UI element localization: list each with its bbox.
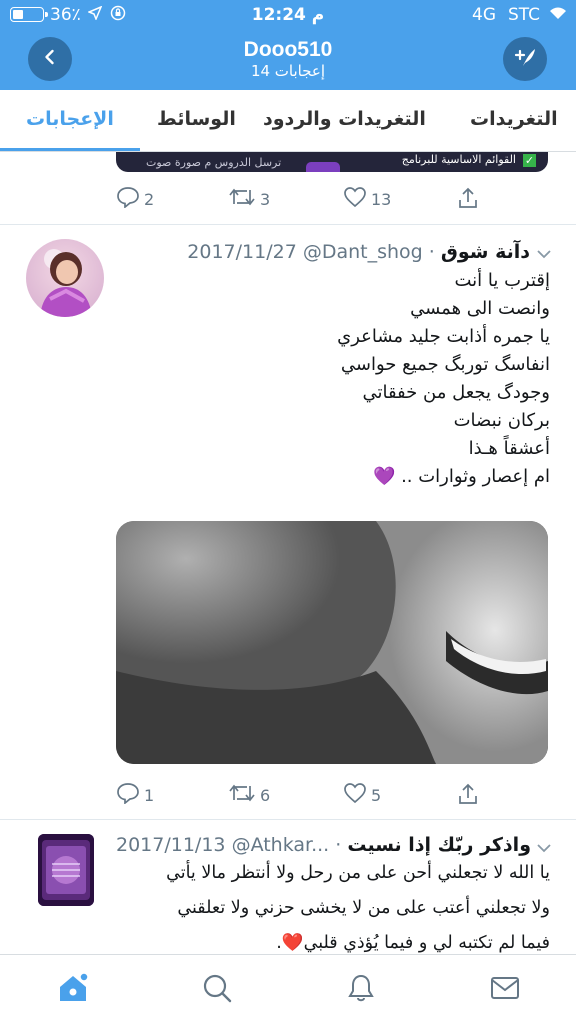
tweet-line: انفاسگ توربگ جميع حواسي <box>340 354 550 375</box>
tweet-card[interactable]: 2017/11/27 @Dant_shog · دآنة شوق إقترب ي… <box>0 225 576 819</box>
tweet-date: 2017/11/27 <box>187 241 297 263</box>
tab-tweets[interactable]: التغريدات <box>470 108 558 130</box>
heart-icon <box>343 782 367 808</box>
share-action[interactable] <box>456 782 480 810</box>
like-count: 5 <box>371 785 382 805</box>
tweet-line: يا الله لا تجعلني أحن على من رحل ولا أنت… <box>166 863 550 883</box>
chevron-down-icon[interactable] <box>536 245 552 264</box>
heart-icon <box>343 186 367 212</box>
carrier-name: STC <box>508 5 541 25</box>
retweet-icon <box>228 186 256 212</box>
timeline[interactable]: ✓ القوائم الاساسية للبرنامج ترسل الدروس … <box>0 152 576 954</box>
like-count: 13 <box>371 189 392 209</box>
bell-icon <box>346 973 376 1007</box>
tab-media[interactable]: الوسائط <box>157 108 236 130</box>
avatar[interactable] <box>26 239 104 317</box>
network-type: 4G <box>472 5 496 25</box>
tweet-line: أعشقاً هـذا <box>468 438 550 459</box>
reply-icon <box>116 186 140 212</box>
bottom-tab-bar <box>0 954 576 1024</box>
compose-button[interactable] <box>503 37 547 81</box>
likes-count-subtitle: 14 إعجابات <box>250 62 326 80</box>
share-icon <box>456 782 480 810</box>
tweet-card[interactable]: 2017/11/13 @Athkar... · واذكر ربّك إذا ن… <box>0 820 576 954</box>
like-action[interactable]: 5 <box>343 782 381 808</box>
tweet-line: فيما لم تكتبه لي و فيما يُؤذي قلبي❤️. <box>276 933 550 953</box>
home-icon <box>56 972 90 1008</box>
search-icon <box>202 973 232 1007</box>
tweet-line: ام إعصار وثوارات .. 💜 <box>372 466 550 487</box>
like-action[interactable]: 13 <box>343 186 391 212</box>
checkbox-icon: ✓ <box>523 154 536 167</box>
active-tab-indicator <box>0 148 140 151</box>
page-title: Dooo510 <box>243 38 333 61</box>
prev-media-chip <box>306 162 340 172</box>
prev-tweet-media[interactable]: ✓ القوائم الاساسية للبرنامج ترسل الدروس … <box>116 152 548 172</box>
tweet-line: ولا تجعلني أعتب على من لا يخشى حزني ولا … <box>177 898 550 918</box>
reply-icon <box>116 782 140 808</box>
prev-tweet-actions: 2 3 13 <box>116 186 556 216</box>
retweet-action[interactable]: 3 <box>228 186 270 212</box>
share-action[interactable] <box>456 186 480 214</box>
signal-icon <box>548 5 568 26</box>
retweet-icon <box>228 782 256 808</box>
tweet-text: إقترب يا أنت وانصت الى همسي يا جمره أذاب… <box>116 267 550 491</box>
tweet-author-name[interactable]: دآنة شوق <box>441 241 530 263</box>
tweet-line: وجودگ يجعل من خفقاتي <box>362 382 550 403</box>
retweet-count: 6 <box>260 785 271 805</box>
notifications-tab[interactable] <box>344 973 378 1007</box>
profile-header: 36٪ 12:24 م 4G STC Dooo510 14 إعجابات <box>0 0 576 90</box>
reply-count: 2 <box>144 189 155 209</box>
mail-icon <box>490 975 520 1005</box>
tweet-handle[interactable]: @Dant_shog <box>303 241 423 263</box>
tab-tweets-replies[interactable]: التغريدات والردود <box>263 108 426 130</box>
tweet-handle[interactable]: @Athkar... <box>232 834 330 856</box>
tweet-photo[interactable] <box>116 521 548 764</box>
tweet-author-name[interactable]: واذكر ربّك إذا نسيت <box>347 834 531 856</box>
retweet-action[interactable]: 6 <box>228 782 270 808</box>
compose-tweet-icon <box>512 45 538 73</box>
status-bar: 36٪ 12:24 م 4G STC <box>0 0 576 30</box>
tweet-line: إقترب يا أنت <box>454 270 550 291</box>
tweet-actions: 1 6 5 <box>116 782 556 812</box>
reply-action[interactable]: 2 <box>116 186 154 212</box>
prev-media-caption-2: ترسل الدروس م صورة صوت <box>146 156 282 169</box>
tweet-line: بركان نبضات <box>453 410 550 431</box>
tweet-text: يا الله لا تجعلني أحن على من رحل ولا أنت… <box>116 856 550 954</box>
profile-tabs: التغريدات التغريدات والردود الوسائط الإع… <box>0 90 576 152</box>
share-icon <box>456 186 480 214</box>
reply-count: 1 <box>144 785 155 805</box>
messages-tab[interactable] <box>488 973 522 1007</box>
home-tab[interactable] <box>56 972 90 1008</box>
avatar[interactable] <box>38 834 94 906</box>
tab-likes[interactable]: الإعجابات <box>26 108 114 130</box>
prev-media-caption: القوائم الاساسية للبرنامج <box>401 153 516 166</box>
tweet-line: وانصت الى همسي <box>410 298 550 319</box>
tweet-date: 2017/11/13 <box>116 834 226 856</box>
tweet-line: يا جمره أذابت جليد مشاعري <box>337 326 550 347</box>
tweet-header: 2017/11/27 @Dant_shog · دآنة شوق <box>187 241 530 263</box>
reply-action[interactable]: 1 <box>116 782 154 808</box>
search-tab[interactable] <box>200 973 234 1007</box>
retweet-count: 3 <box>260 189 271 209</box>
